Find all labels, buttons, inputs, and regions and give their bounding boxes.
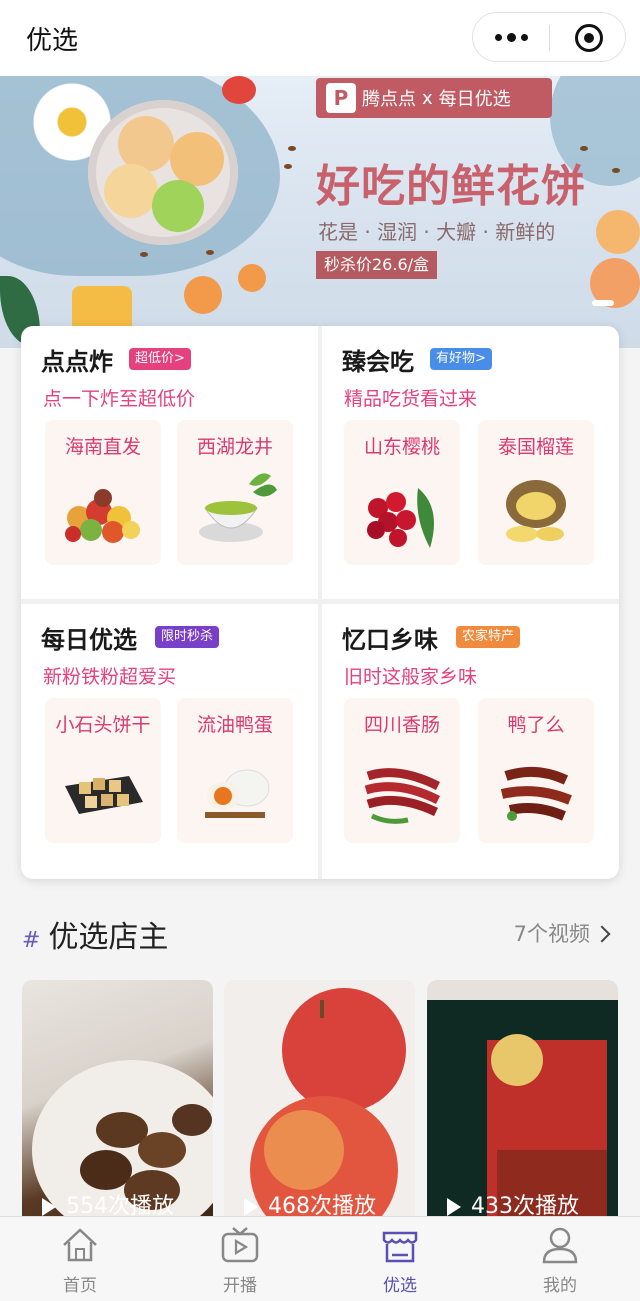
product-label: 山东樱桃 xyxy=(363,436,440,458)
category-tag[interactable]: 农家特产 xyxy=(456,626,521,648)
brand-badge: P 腾点点 x 每日优选 xyxy=(316,78,552,118)
product-sichuan-sausage[interactable]: 四川香肠 xyxy=(344,698,460,843)
tab-label: 我的 xyxy=(543,1276,577,1296)
tengdiandian-logo-icon: P xyxy=(326,83,356,113)
product-label: 流油鸭蛋 xyxy=(196,714,273,736)
product-label: 四川香肠 xyxy=(363,714,440,736)
bean-decoration xyxy=(140,252,148,257)
category-tag[interactable]: 超低价> xyxy=(129,348,191,370)
banner-subtitle: 花是 · 湿润 · 大瓣 · 新鲜的 xyxy=(318,220,556,244)
section-title: # 优选店主 xyxy=(22,912,168,956)
flower-cake xyxy=(104,164,158,218)
category-yikouxiangwei[interactable]: 忆口乡味 农家特产 旧时这般家乡味 四川香肠 鸭了么 xyxy=(322,604,618,879)
category-grid: 点点炸 超低价> 点一下炸至超低价 海南直发 西湖龙井 臻会吃 有好物> 精品吃… xyxy=(21,326,619,879)
close-target-icon[interactable] xyxy=(575,24,603,52)
category-name: 臻会吃 xyxy=(342,348,414,376)
banner-indicator xyxy=(592,300,614,306)
product-label: 西湖龙井 xyxy=(196,436,273,458)
category-tag[interactable]: 限时秒杀 xyxy=(155,626,220,648)
product-label: 鸭了么 xyxy=(507,714,565,736)
tab-label: 优选 xyxy=(383,1276,417,1296)
category-desc: 点一下炸至超低价 xyxy=(43,388,196,410)
page-title: 优选 xyxy=(26,26,79,56)
bean-decoration xyxy=(612,168,620,173)
mini-program-capsule xyxy=(472,12,626,62)
shop-icon xyxy=(382,1231,418,1263)
cherry-icon xyxy=(367,488,434,548)
home-icon xyxy=(63,1228,97,1262)
category-zhenhuichi[interactable]: 臻会吃 有好物> 精品吃货看过来 山东樱桃 泰国榴莲 xyxy=(322,326,618,602)
tab-mine[interactable]: 我的 xyxy=(480,1217,640,1301)
bean-decoration xyxy=(288,146,296,151)
product-duck[interactable]: 鸭了么 xyxy=(478,698,594,843)
tab-label: 开播 xyxy=(223,1276,257,1296)
category-diandianzha[interactable]: 点点炸 超低价> 点一下炸至超低价 海南直发 西湖龙井 xyxy=(21,326,317,602)
chevron-right-icon xyxy=(593,925,611,943)
green-tea-icon xyxy=(199,473,277,542)
banner-price: 秒杀价26.6/盒 xyxy=(316,251,438,279)
product-durian[interactable]: 泰国榴莲 xyxy=(478,420,594,565)
tab-home[interactable]: 首页 xyxy=(0,1217,160,1301)
category-name: 每日优选 xyxy=(41,626,137,654)
play-icon xyxy=(244,1198,258,1216)
product-xihu-longjing[interactable]: 西湖龙井 xyxy=(177,420,293,565)
brand-name: 腾点点 xyxy=(362,89,416,110)
orange-slice xyxy=(184,276,222,314)
hash-icon: # xyxy=(22,928,41,953)
bean-decoration xyxy=(206,250,214,255)
video-card[interactable]: 554次播放 xyxy=(22,980,213,1230)
durian-icon xyxy=(506,480,566,542)
salted-egg-icon xyxy=(205,769,270,818)
video-count: 7个视频 xyxy=(513,922,590,946)
product-label: 小石头饼干 xyxy=(55,714,151,736)
product-hainan[interactable]: 海南直发 xyxy=(45,420,161,565)
product-cherry[interactable]: 山东樱桃 xyxy=(344,420,460,565)
product-salted-egg[interactable]: 流油鸭蛋 xyxy=(177,698,293,843)
more-menu-icon[interactable] xyxy=(473,13,549,61)
bean-decoration xyxy=(284,164,292,169)
biscuit-icon xyxy=(65,776,143,814)
category-meiriyouxuan[interactable]: 每日优选 限时秒杀 新粉铁粉超爱买 小石头饼干 流油鸭蛋 xyxy=(21,604,317,879)
video-card[interactable]: 468次播放 xyxy=(224,980,415,1230)
product-stone-biscuit[interactable]: 小石头饼干 xyxy=(45,698,161,843)
orange-slice xyxy=(238,264,266,292)
video-count-link[interactable]: 7个视频 xyxy=(513,918,611,948)
brand-partner: 每日优选 xyxy=(438,89,511,110)
tab-live[interactable]: 开播 xyxy=(160,1217,320,1301)
tv-play-icon xyxy=(221,1227,259,1263)
flower-cake xyxy=(170,132,224,186)
bottom-tab-bar: 首页 开播 优选 我的 xyxy=(0,1216,640,1301)
sausage-icon xyxy=(364,768,441,824)
play-icon xyxy=(42,1198,56,1216)
play-icon xyxy=(447,1198,461,1216)
promo-banner[interactable]: P 腾点点 x 每日优选 好吃的鲜花饼 花是 · 湿润 · 大瓣 · 新鲜的 秒… xyxy=(0,76,640,348)
apple-decoration xyxy=(222,76,256,104)
category-desc: 新粉铁粉超爱买 xyxy=(43,666,177,688)
banner-headline: 好吃的鲜花饼 xyxy=(316,161,586,212)
section-title-text: 优选店主 xyxy=(48,920,169,955)
category-desc: 旧时这般家乡味 xyxy=(344,666,478,688)
video-card[interactable]: 433次播放 xyxy=(427,980,618,1230)
tab-youxuan[interactable]: 优选 xyxy=(320,1217,480,1301)
user-icon xyxy=(542,1227,578,1264)
category-name: 点点炸 xyxy=(41,348,113,376)
duck-neck-icon xyxy=(500,766,572,821)
brand-cross: x xyxy=(422,87,433,109)
cake-right xyxy=(596,210,640,254)
matcha-cake xyxy=(152,180,204,232)
category-desc: 精品吃货看过来 xyxy=(344,388,478,410)
category-name: 忆口乡味 xyxy=(342,626,438,654)
product-label: 海南直发 xyxy=(64,436,141,458)
category-tag[interactable]: 有好物> xyxy=(430,348,492,370)
tab-label: 首页 xyxy=(63,1276,97,1296)
top-bar: 优选 xyxy=(0,0,640,76)
product-label: 泰国榴莲 xyxy=(497,436,574,458)
fruit-basket-icon xyxy=(65,489,140,543)
capsule-divider xyxy=(549,25,550,51)
